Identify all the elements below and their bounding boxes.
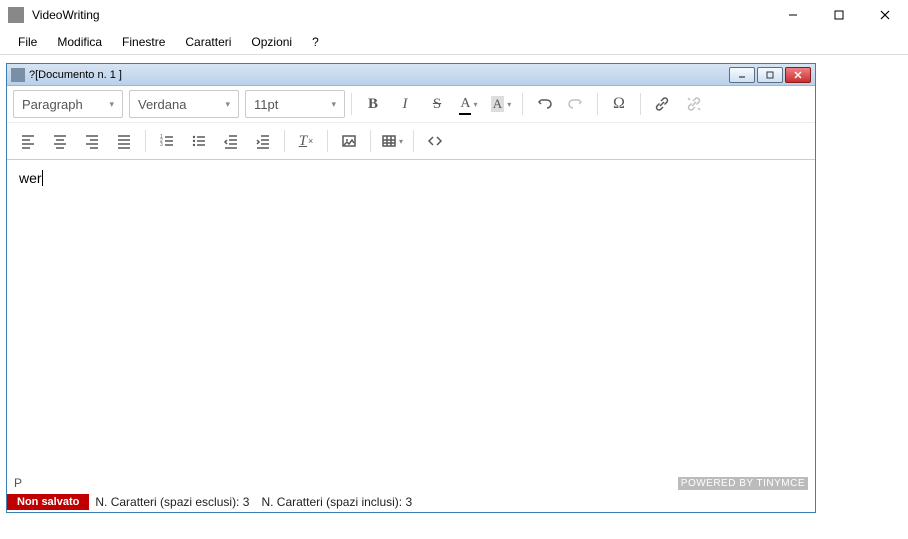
- maximize-button[interactable]: [816, 0, 862, 30]
- align-center-button[interactable]: [45, 127, 75, 155]
- special-character-button[interactable]: Ω: [604, 90, 634, 118]
- menu-help[interactable]: ?: [302, 32, 329, 52]
- app-icon: [8, 7, 24, 23]
- chevron-down-icon: ▾: [97, 99, 114, 110]
- clear-formatting-button[interactable]: T×: [291, 127, 321, 155]
- document-minimize-button[interactable]: [729, 67, 755, 83]
- text-cursor: [42, 170, 43, 186]
- menu-opzioni[interactable]: Opzioni: [241, 32, 302, 52]
- menu-bar: File Modifica Finestre Caratteri Opzioni…: [0, 30, 908, 55]
- editor-toolbar: Paragraph▾ Verdana▾ 11pt▾ B I S A ▾ A: [7, 86, 815, 160]
- block-format-select[interactable]: Paragraph ▾: [13, 90, 123, 118]
- menu-modifica[interactable]: Modifica: [47, 32, 112, 52]
- editor-text: wer: [19, 170, 42, 186]
- chevron-down-icon: ▾: [474, 100, 478, 109]
- align-justify-button[interactable]: [109, 127, 139, 155]
- background-color-button[interactable]: A ▾: [486, 90, 516, 118]
- insert-image-button[interactable]: [334, 127, 364, 155]
- align-right-button[interactable]: [77, 127, 107, 155]
- undo-button[interactable]: [529, 90, 559, 118]
- chevron-down-icon: ▾: [319, 99, 336, 110]
- insert-table-button[interactable]: ▾: [377, 127, 407, 155]
- workspace: ?[Documento n. 1 ] Paragraph ▾: [0, 55, 908, 539]
- font-family-label: Verdana: [138, 97, 186, 112]
- element-path-bar: P POWERED BY TINYMCE: [8, 474, 814, 492]
- font-size-label: 11pt: [254, 97, 278, 112]
- document-title-bar: ?[Documento n. 1 ]: [7, 64, 815, 86]
- source-code-button[interactable]: [420, 127, 450, 155]
- unlink-button[interactable]: [679, 90, 709, 118]
- close-button[interactable]: [862, 0, 908, 30]
- strikethrough-button[interactable]: S: [422, 90, 452, 118]
- font-family-select[interactable]: Verdana ▾: [129, 90, 239, 118]
- menu-file[interactable]: File: [8, 32, 47, 52]
- editor-content[interactable]: wer: [7, 160, 815, 470]
- font-size-select[interactable]: 11pt ▾: [245, 90, 345, 118]
- chevron-down-icon: ▾: [213, 99, 230, 110]
- outdent-button[interactable]: [216, 127, 246, 155]
- menu-finestre[interactable]: Finestre: [112, 32, 175, 52]
- align-left-button[interactable]: [13, 127, 43, 155]
- title-bar: VideoWriting: [0, 0, 908, 30]
- link-button[interactable]: [647, 90, 677, 118]
- save-status-badge: Non salvato: [7, 494, 89, 510]
- indent-button[interactable]: [248, 127, 278, 155]
- document-icon: [11, 68, 25, 82]
- chevron-down-icon: ▾: [507, 100, 511, 109]
- chevron-down-icon: ▾: [399, 137, 403, 146]
- element-path[interactable]: P: [14, 476, 22, 490]
- document-close-button[interactable]: [785, 67, 811, 83]
- ordered-list-button[interactable]: 123: [152, 127, 182, 155]
- window-controls: [770, 0, 908, 30]
- unordered-list-button[interactable]: [184, 127, 214, 155]
- menu-caratteri[interactable]: Caratteri: [175, 32, 241, 52]
- powered-by-label: POWERED BY TINYMCE: [678, 477, 808, 490]
- document-title: ?[Documento n. 1 ]: [29, 69, 122, 81]
- status-bar: Non salvato N. Caratteri (spazi esclusi)…: [7, 492, 815, 512]
- document-window-controls: [729, 67, 811, 83]
- minimize-button[interactable]: [770, 0, 816, 30]
- char-count-excl: N. Caratteri (spazi esclusi): 3: [89, 495, 255, 509]
- bold-button[interactable]: B: [358, 90, 388, 118]
- app-title: VideoWriting: [32, 8, 100, 22]
- document-maximize-button[interactable]: [757, 67, 783, 83]
- block-format-label: Paragraph: [22, 97, 83, 112]
- text-color-button[interactable]: A ▾: [454, 90, 484, 118]
- redo-button[interactable]: [561, 90, 591, 118]
- svg-text:3: 3: [160, 142, 163, 148]
- char-count-incl: N. Caratteri (spazi inclusi): 3: [255, 495, 418, 509]
- italic-button[interactable]: I: [390, 90, 420, 118]
- document-window: ?[Documento n. 1 ] Paragraph ▾: [6, 63, 816, 513]
